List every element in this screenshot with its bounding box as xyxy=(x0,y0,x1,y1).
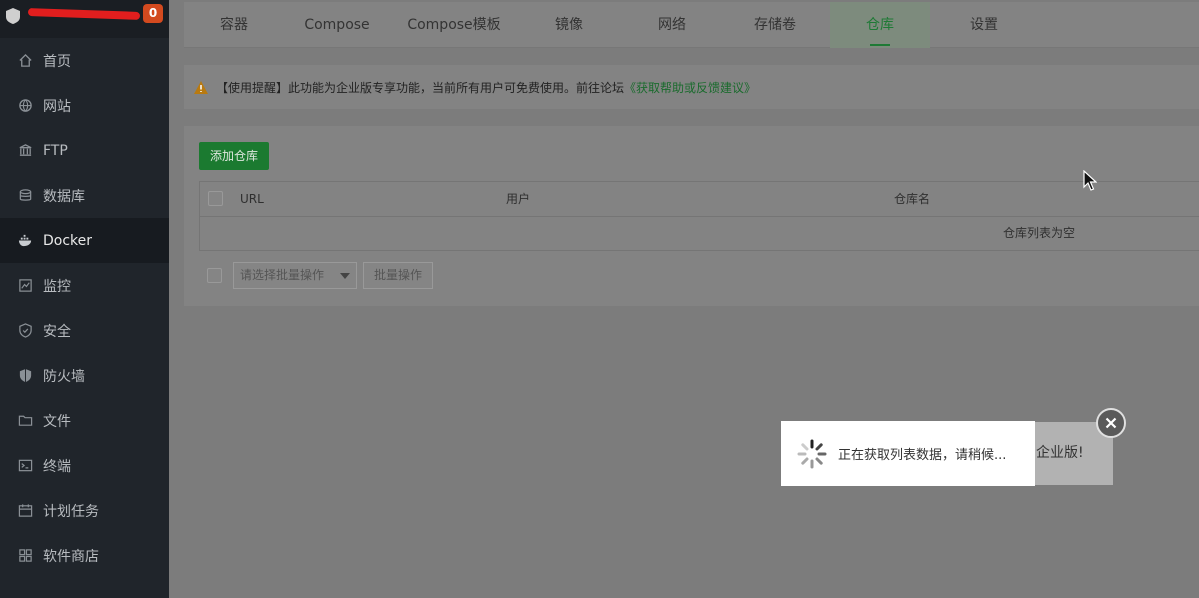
bulk-action-placeholder: 请选择批量操作 xyxy=(240,268,325,282)
sidebar-item-appstore[interactable]: 软件商店 xyxy=(0,533,169,578)
home-icon xyxy=(17,53,33,69)
sidebar-item-label: 计划任务 xyxy=(43,503,99,520)
sidebar-item-label: 网站 xyxy=(43,98,71,115)
apps-icon xyxy=(17,548,33,564)
sidebar-item-website[interactable]: 网站 xyxy=(0,83,169,128)
sidebar-item-label: Docker xyxy=(43,232,93,249)
add-registry-button[interactable]: 添加仓库 xyxy=(199,142,269,170)
bulk-action-row: 请选择批量操作 批量操作 xyxy=(199,262,599,290)
monitor-icon xyxy=(17,278,33,294)
registry-panel: 添加仓库 URL 用户 仓库名 仓库列表为空 请选择批量操作 批量操作 xyxy=(184,126,1199,306)
folder-icon xyxy=(17,413,33,429)
sidebar-item-terminal[interactable]: 终端 xyxy=(0,443,169,488)
tab-containers[interactable]: 容器 xyxy=(184,2,284,48)
column-user: 用户 xyxy=(506,192,531,206)
sidebar-item-monitor[interactable]: 监控 xyxy=(0,263,169,308)
column-registry-name: 仓库名 xyxy=(894,192,931,206)
tab-settings[interactable]: 设置 xyxy=(934,2,1034,48)
loading-text: 正在获取列表数据，请稍候... xyxy=(838,448,1007,463)
sidebar-item-label: 终端 xyxy=(43,458,71,475)
notification-badge[interactable]: 0 xyxy=(143,4,163,23)
tab-images[interactable]: 镜像 xyxy=(519,2,619,48)
sidebar-item-database[interactable]: 数据库 xyxy=(0,173,169,218)
table-header: URL 用户 仓库名 xyxy=(200,182,1199,217)
tab-registry[interactable]: 仓库 xyxy=(830,2,930,48)
bulk-select-checkbox[interactable] xyxy=(207,268,222,283)
bulk-action-select[interactable]: 请选择批量操作 xyxy=(233,262,357,289)
registry-table: URL 用户 仓库名 仓库列表为空 xyxy=(199,181,1199,251)
globe-icon xyxy=(17,98,33,114)
sidebar: 0 首页 网站 FTP 数据库 Docker 监控 安全 防火墙 文件 终端 计… xyxy=(0,0,169,598)
ftp-icon xyxy=(17,143,33,159)
loading-dialog: 正在获取列表数据，请稍候... xyxy=(781,421,1035,486)
sidebar-item-home[interactable]: 首页 xyxy=(0,38,169,83)
empty-table-message: 仓库列表为空 xyxy=(200,217,1199,250)
calendar-icon xyxy=(17,503,33,519)
sidebar-item-label: 安全 xyxy=(43,323,71,340)
sidebar-header: 0 xyxy=(0,0,169,38)
sidebar-item-label: 监控 xyxy=(43,278,71,295)
terminal-icon xyxy=(17,458,33,474)
sidebar-item-label: 数据库 xyxy=(43,188,85,205)
enterprise-toast-text: 企业版! xyxy=(1036,445,1084,461)
close-icon xyxy=(1105,417,1117,429)
tab-network[interactable]: 网络 xyxy=(622,2,722,48)
sidebar-item-label: 首页 xyxy=(43,53,71,70)
empty-text: 仓库列表为空 xyxy=(1003,226,1076,240)
sidebar-item-docker[interactable]: Docker xyxy=(0,218,169,263)
select-all-checkbox[interactable] xyxy=(208,191,223,206)
warning-icon xyxy=(194,80,208,94)
sidebar-item-label: 软件商店 xyxy=(43,548,99,565)
close-toast-button[interactable] xyxy=(1096,408,1126,438)
notice-text: 【使用提醒】此功能为企业版专享功能，当前所有用户可免费使用。前往论坛 xyxy=(216,80,625,95)
active-tab-indicator xyxy=(870,44,890,46)
column-url: URL xyxy=(240,192,264,206)
shield-icon xyxy=(17,323,33,339)
tab-compose[interactable]: Compose xyxy=(287,2,387,48)
spinner-icon xyxy=(797,439,827,468)
docker-tabbar: 容器 Compose Compose模板 镜像 网络 存储卷 仓库 设置 xyxy=(184,2,1199,48)
usage-notice: 【使用提醒】此功能为企业版专享功能，当前所有用户可免费使用。前往论坛 《获取帮助… xyxy=(184,65,1199,109)
bulk-action-button[interactable]: 批量操作 xyxy=(363,262,433,289)
sidebar-item-label: 防火墙 xyxy=(43,368,85,385)
firewall-icon xyxy=(17,368,33,384)
tab-volumes[interactable]: 存储卷 xyxy=(725,2,825,48)
sidebar-item-firewall[interactable]: 防火墙 xyxy=(0,353,169,398)
redacted-hostname xyxy=(27,8,141,20)
sidebar-item-ftp[interactable]: FTP xyxy=(0,128,169,173)
forum-help-link[interactable]: 《获取帮助或反馈建议》 xyxy=(624,79,756,96)
sidebar-item-security[interactable]: 安全 xyxy=(0,308,169,353)
tab-compose-template[interactable]: Compose模板 xyxy=(390,2,518,48)
sidebar-item-label: 文件 xyxy=(43,413,71,430)
chevron-down-icon xyxy=(340,273,350,279)
sidebar-item-cron[interactable]: 计划任务 xyxy=(0,488,169,533)
main-content: 容器 Compose Compose模板 镜像 网络 存储卷 仓库 设置 【使用… xyxy=(169,0,1199,598)
mouse-cursor-icon xyxy=(1083,170,1097,191)
sidebar-item-label: FTP xyxy=(43,142,68,159)
docker-icon xyxy=(17,233,33,249)
database-icon xyxy=(17,188,33,204)
tab-registry-label: 仓库 xyxy=(866,17,894,33)
sidebar-item-files[interactable]: 文件 xyxy=(0,398,169,443)
logo-icon xyxy=(6,8,20,24)
